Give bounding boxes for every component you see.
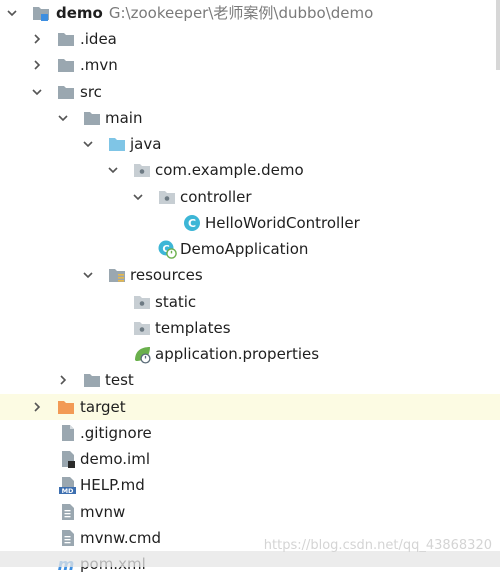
markdown-file-icon: MD [59,477,76,495]
text-file-icon [62,504,74,520]
tree-row-demo-iml[interactable]: demo.iml [0,446,500,472]
tree-row-test[interactable]: test [0,367,500,393]
iml-file-icon [62,451,75,468]
chevron-down-icon[interactable] [107,164,119,176]
tree-row-controller[interactable]: controller [0,184,500,210]
folder-icon [134,296,150,309]
tree-row-help-md[interactable]: MD HELP.md [0,472,500,498]
svg-text:C: C [188,217,196,230]
tree-label-gitignore: .gitignore [80,424,152,442]
tree-row-gitignore[interactable]: .gitignore [0,420,500,446]
folder-icon [84,112,100,125]
svg-text:MD: MD [62,487,74,495]
text-file-icon [62,425,74,441]
tree-row-resources[interactable]: resources [0,262,500,288]
chevron-down-icon[interactable] [31,86,43,98]
tree-label-mvnw-cmd: mvnw.cmd [80,529,162,547]
tree-label-test: test [105,371,134,389]
tree-label-hello-controller: HelloWoridController [205,214,360,232]
tree-row-idea[interactable]: .idea [0,26,500,52]
tree-label-demo-application: DemoApplication [180,240,309,258]
chevron-right-icon[interactable] [31,401,43,413]
tree-label-demo-iml: demo.iml [80,450,150,468]
tree-row-hello-controller[interactable]: C HelloWoridController [0,210,500,236]
folder-icon [58,33,74,46]
horizontal-scrollbar[interactable] [0,551,500,567]
tree-label-controller: controller [180,188,252,206]
tree-row-mvnw[interactable]: mvnw [0,499,500,525]
chevron-right-icon[interactable] [31,59,43,71]
source-folder-icon [109,138,125,151]
spring-leaf-icon [135,347,151,364]
tree-label-java: java [130,135,162,153]
tree-label-target: target [80,398,126,416]
chevron-right-icon[interactable] [31,33,43,45]
folder-icon [134,322,150,335]
tree-label-demo: demo G:\zookeeper\老师案例\dubbo\demo [56,4,374,22]
java-class-icon: C [184,215,200,231]
chevron-right-icon[interactable] [57,374,69,386]
tree-row-demo-application[interactable]: C DemoApplication [0,236,500,262]
tree-row-static[interactable]: static [0,289,500,315]
tree-label-resources: resources [130,266,203,284]
tree-label-mvn: .mvn [80,56,118,74]
vertical-scrollbar[interactable] [496,0,500,70]
tree-row-target[interactable]: target [0,394,500,420]
chevron-down-icon[interactable] [132,191,144,203]
spring-boot-class-icon: C [158,240,177,259]
tree-label-idea: .idea [80,30,117,48]
tree-row-mvn[interactable]: .mvn [0,52,500,78]
chevron-down-icon[interactable] [82,138,94,150]
tree-row-application-properties[interactable]: application.properties [0,341,500,367]
tree-row-src[interactable]: src [0,79,500,105]
tree-row-java[interactable]: java [0,131,500,157]
tree-label-templates: templates [155,319,231,337]
tree-label-main: main [105,109,143,127]
tree-row-templates[interactable]: templates [0,315,500,341]
project-tree: demo G:\zookeeper\老师案例\dubbo\demo .idea .… [0,0,500,574]
tree-label-package: com.example.demo [155,161,304,179]
package-icon [159,191,175,204]
tree-label-static: static [155,293,197,311]
excluded-folder-icon [58,401,74,414]
tree-row-package[interactable]: com.example.demo [0,157,500,183]
resources-folder-icon [109,269,125,282]
tree-row-demo[interactable]: demo G:\zookeeper\老师案例\dubbo\demo [0,0,500,26]
tree-row-main[interactable]: main [0,105,500,131]
project-path: G:\zookeeper\老师案例\dubbo\demo [108,4,374,22]
chevron-down-icon[interactable] [57,112,69,124]
module-folder-icon [33,7,49,21]
package-icon [134,164,150,177]
tree-label-help-md: HELP.md [80,476,145,494]
tree-label-application-properties: application.properties [155,345,320,363]
folder-icon [58,86,74,99]
watermark-text: https://blog.csdn.net/qq_43868320 [263,538,492,553]
tree-label-src: src [80,83,102,101]
text-file-icon [62,530,74,546]
tree-label-mvnw: mvnw [80,503,126,521]
folder-icon [84,374,100,387]
chevron-down-icon[interactable] [82,269,94,281]
folder-icon [58,59,74,72]
chevron-down-icon[interactable] [6,7,18,19]
